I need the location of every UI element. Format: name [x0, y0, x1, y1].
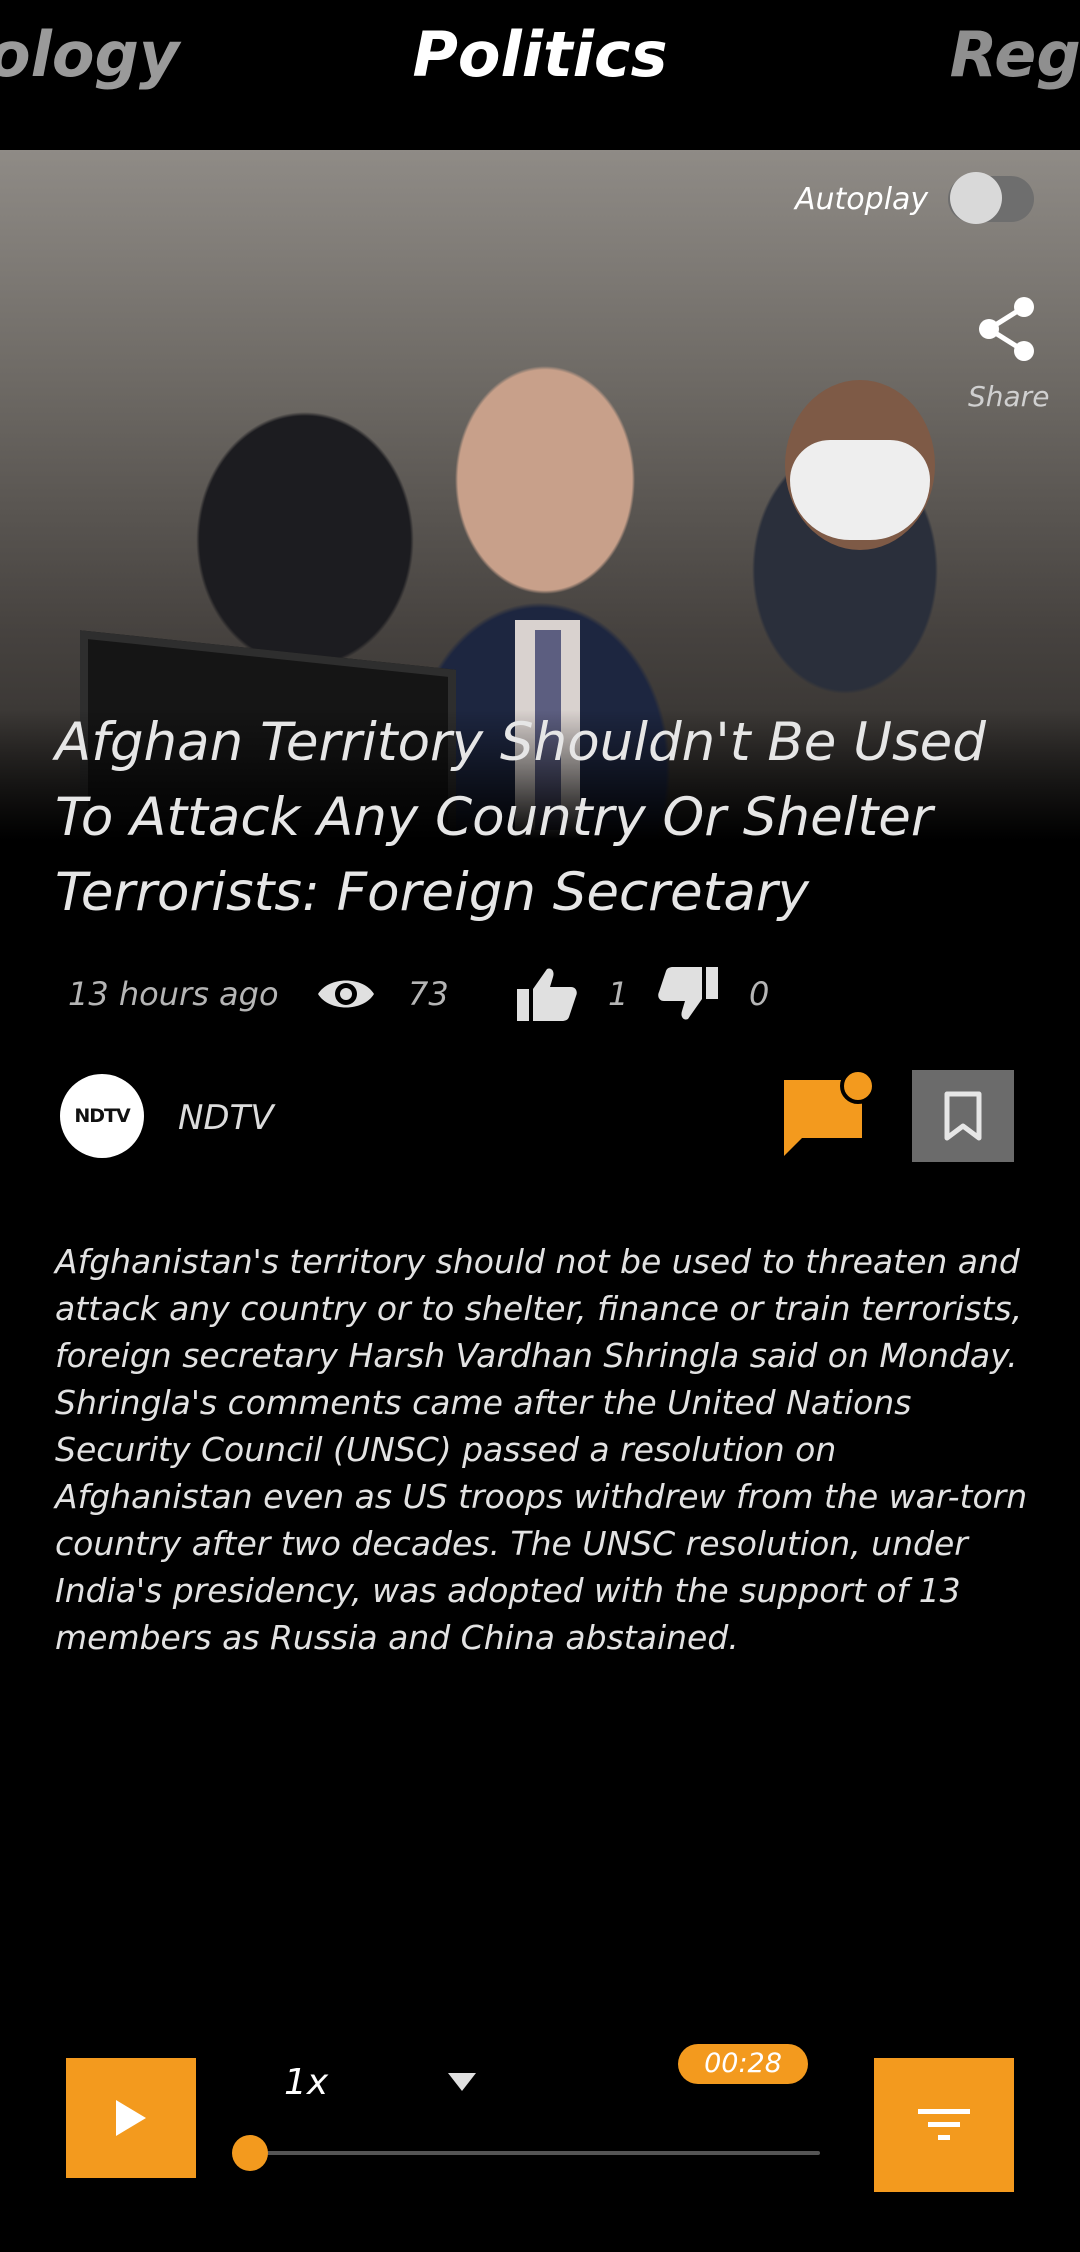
published-time: 13 hours ago — [68, 975, 279, 1013]
tab-regional[interactable]: Regi — [950, 18, 1080, 91]
chevron-down-icon[interactable] — [448, 2073, 476, 2091]
comment-notification-dot — [840, 1068, 876, 1104]
autoplay-toggle-knob[interactable] — [950, 172, 1002, 224]
thumbs-down-icon[interactable] — [656, 965, 720, 1023]
filter-icon — [918, 2109, 970, 2140]
source-logo[interactable]: NDTV — [60, 1074, 144, 1158]
category-tabs: ology Politics Regi — [0, 0, 1080, 130]
share-icon[interactable] — [976, 295, 1038, 363]
dislike-count: 0 — [749, 975, 770, 1013]
autoplay-label: Autoplay — [795, 182, 929, 217]
bookmark-button[interactable] — [912, 1070, 1014, 1162]
article-headline: Afghan Territory Shouldn't Be Used To At… — [55, 712, 986, 923]
source-name[interactable]: NDTV — [178, 1098, 274, 1138]
view-count: 73 — [408, 975, 449, 1013]
playback-time: 00:28 — [678, 2044, 808, 2084]
play-button[interactable] — [66, 2058, 196, 2178]
tab-politics[interactable]: Politics — [0, 18, 1080, 91]
progress-track[interactable] — [250, 2151, 820, 2155]
thumbs-up-icon[interactable] — [515, 965, 579, 1023]
playback-speed[interactable]: 1x — [284, 2062, 328, 2103]
hero-face-mask — [790, 440, 930, 540]
article-body: Afghanistan's territory should not be us… — [55, 1242, 1028, 1657]
filter-button[interactable] — [874, 2058, 1014, 2192]
like-count: 1 — [608, 975, 629, 1013]
share-label: Share — [968, 380, 1050, 413]
bookmark-icon — [944, 1091, 982, 1141]
play-icon — [116, 2100, 146, 2136]
eye-icon — [318, 980, 374, 1008]
progress-thumb[interactable] — [232, 2135, 268, 2171]
